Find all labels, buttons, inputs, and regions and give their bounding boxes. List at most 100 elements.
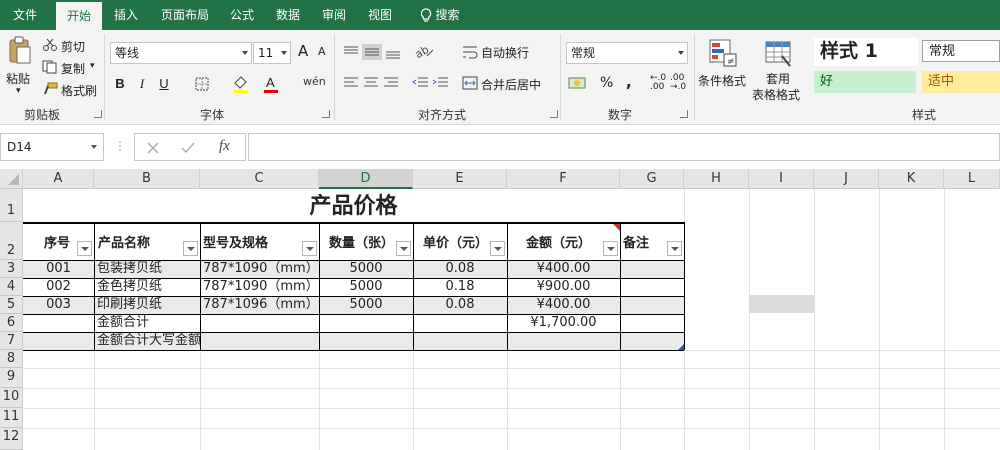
copy-dropdown-icon[interactable]: ▾ [90,61,95,71]
row-header-12[interactable]: 12 [0,428,23,450]
header-quantity[interactable]: 数量（张） [329,232,394,251]
col-header-d[interactable]: D [319,169,413,189]
worksheet-grid[interactable]: A B C D E F G H I J K L 1 2 3 4 5 6 7 8 … [0,169,1000,450]
cell-f5[interactable]: ¥400.00 [507,296,620,314]
col-header-h[interactable]: H [684,169,749,189]
indent-icons[interactable] [412,76,452,90]
cell-d5[interactable]: 5000 [319,296,413,314]
cell-a4[interactable]: 002 [23,278,94,296]
tab-view[interactable]: 视图 [358,0,402,30]
number-launcher-icon[interactable] [680,110,688,118]
copy-icon[interactable] [42,60,58,74]
conditional-formatting-button[interactable]: 条件格式 [698,72,746,89]
row-header-9[interactable]: 9 [0,368,23,388]
header-product-name[interactable]: 产品名称 [98,232,150,251]
cell-e5[interactable]: 0.08 [413,296,507,314]
font-launcher-icon[interactable] [322,110,330,118]
merge-center-button[interactable]: 合并后居中 [481,76,541,93]
insert-function-button[interactable]: fx [219,138,230,155]
col-header-b[interactable]: B [94,169,200,189]
col-header-i[interactable]: I [749,169,814,189]
grow-font-button[interactable]: A [298,42,308,60]
row-header-4[interactable]: 4 [0,278,23,296]
decrease-decimal-icon[interactable]: .00 →.0 [670,74,686,92]
cell-b6[interactable]: 金额合计 [97,314,149,332]
header-seq[interactable]: 序号 [44,232,70,251]
alignment-launcher-icon[interactable] [550,110,558,118]
cell-a3[interactable]: 001 [23,260,94,278]
header-unit-price[interactable]: 单价（元） [423,232,488,251]
cell-c5[interactable]: 787*1096（mm） [203,296,319,314]
cell-e4[interactable]: 0.18 [413,278,507,296]
format-as-table-icon[interactable] [764,38,794,68]
tab-page-layout[interactable]: 页面布局 [152,0,218,30]
cell-e3[interactable]: 0.08 [413,260,507,278]
italic-button[interactable]: I [132,74,152,94]
wrap-text-icon[interactable] [462,44,478,60]
format-painter-button[interactable]: 格式刷 [61,82,97,99]
phonetic-icon[interactable]: wén [303,75,326,88]
header-notes[interactable]: 备注 [623,232,649,251]
vertical-align-icons[interactable] [342,44,402,60]
percent-button[interactable]: % [600,75,613,91]
bold-button[interactable]: B [110,74,130,94]
name-box[interactable]: D14 [0,133,104,161]
cell-b4[interactable]: 金色拷贝纸 [97,278,162,296]
underline-button[interactable]: U [154,74,174,94]
filter-dropdown-icon[interactable] [77,241,92,256]
col-header-a[interactable]: A [23,169,94,189]
format-painter-icon[interactable] [42,82,58,96]
filter-dropdown-icon[interactable] [396,241,411,256]
format-as-table-button[interactable]: 表格格式 [752,86,800,103]
font-size-select[interactable]: 11 [253,42,291,64]
filter-dropdown-icon[interactable] [667,241,682,256]
borders-icon[interactable] [195,77,209,91]
tab-formulas[interactable]: 公式 [222,0,262,30]
merge-center-icon[interactable] [462,76,478,90]
paste-dropdown-icon[interactable]: ▾ [16,86,21,96]
orientation-icon[interactable]: ab [413,42,437,60]
col-header-l[interactable]: L [944,169,1000,189]
row-header-10[interactable]: 10 [0,388,23,408]
style-normal-cell[interactable]: 常规 [922,40,1000,62]
enter-icon[interactable] [181,142,195,154]
cell-c4[interactable]: 787*1090（mm） [203,278,319,296]
col-header-k[interactable]: K [879,169,944,189]
row-header-1[interactable]: 1 [0,189,23,222]
row-header-2[interactable]: 2 [0,222,23,260]
table-resize-handle-icon[interactable] [678,344,684,350]
fill-color-icon[interactable] [232,74,250,94]
cell-f6[interactable]: ¥1,700.00 [507,314,620,332]
row-header-5[interactable]: 5 [0,296,23,314]
cell-b7[interactable]: 金额合计大写金额 [97,332,201,350]
comment-indicator-icon[interactable] [612,223,620,231]
paste-button[interactable]: 粘贴 [6,70,30,87]
cell-a5[interactable]: 003 [23,296,94,314]
format-as-table-label-1[interactable]: 套用 [766,70,790,87]
filter-dropdown-icon[interactable] [302,241,317,256]
increase-decimal-icon[interactable]: ←.0.00 [650,74,666,92]
style-neutral-cell[interactable]: 适中 [922,71,1000,93]
tab-home[interactable]: 开始 [56,2,102,30]
header-model-spec[interactable]: 型号及规格 [203,232,268,251]
cell-f4[interactable]: ¥900.00 [507,278,620,296]
cancel-icon[interactable] [147,142,159,154]
font-color-icon[interactable]: A [262,74,280,94]
col-header-f[interactable]: F [507,169,620,189]
grey-shape[interactable] [749,295,814,313]
col-header-c[interactable]: C [200,169,319,189]
currency-icon[interactable] [568,75,590,91]
select-all-corner[interactable] [0,169,23,189]
filter-dropdown-icon[interactable] [603,241,618,256]
cell-c3[interactable]: 787*1090（mm） [203,260,319,278]
cell-d3[interactable]: 5000 [319,260,413,278]
row-header-3[interactable]: 3 [0,260,23,278]
col-header-e[interactable]: E [413,169,507,189]
style-good-cell[interactable]: 好 [814,71,916,93]
horizontal-align-icons[interactable] [342,76,402,90]
shrink-font-button[interactable]: A [318,45,326,58]
cell-b3[interactable]: 包装拷贝纸 [97,260,162,278]
cell-b5[interactable]: 印刷拷贝纸 [97,296,162,314]
number-format-select[interactable]: 常规 [566,42,688,64]
comma-button[interactable]: , [626,73,632,91]
